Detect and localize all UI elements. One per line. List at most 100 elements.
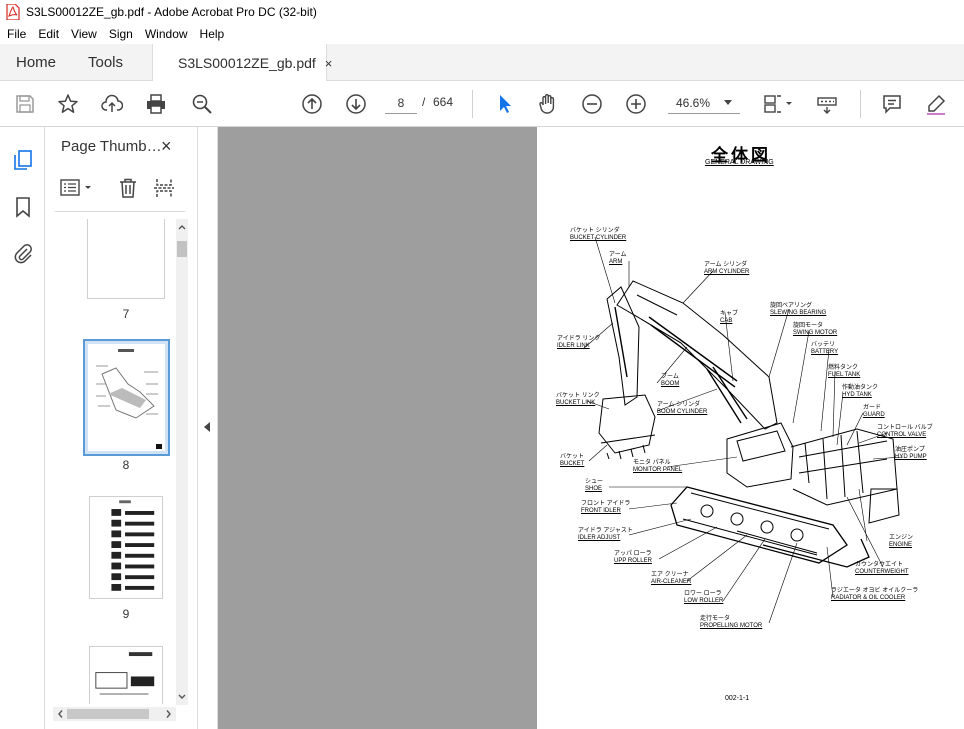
callout-air-cleaner: エア クリーナ AIR-CLEANER — [651, 572, 692, 585]
thumbnail-scrollbar-horizontal[interactable] — [53, 707, 176, 721]
menu-window[interactable]: Window — [138, 27, 193, 41]
scroll-down-icon[interactable] — [176, 691, 188, 703]
callout-counterweight: カウンタウエイト COUNTERWEIGHT — [855, 562, 909, 575]
title-bar: S3LS00012ZE_gb.pdf - Adobe Acrobat Pro D… — [0, 0, 964, 24]
scroll-thumb[interactable] — [67, 709, 149, 719]
panel-toolbar — [59, 175, 185, 201]
tab-document-label: S3LS00012ZE_gb.pdf — [178, 55, 316, 71]
comment-icon[interactable] — [879, 91, 905, 117]
thumbnail-page-8[interactable] — [83, 339, 170, 456]
panel-divider — [55, 211, 185, 212]
thumbnail-options-icon[interactable] — [59, 175, 95, 201]
tab-bar: Home Tools S3LS00012ZE_gb.pdf × — [0, 44, 964, 82]
thumbnail-preview-table — [111, 500, 155, 591]
thumbnail-page-9[interactable] — [89, 496, 163, 599]
navigation-rail — [0, 127, 45, 729]
close-icon[interactable]: × — [161, 136, 172, 157]
pdf-app-icon — [6, 4, 20, 20]
thumbnail-label: 7 — [122, 307, 130, 321]
callout-idler-link: アイドラ リンク IDLER LINK — [557, 336, 601, 349]
callout-arm-cylinder: アーム シリンダ ARM CYLINDER — [704, 262, 750, 275]
thumbnail-preview-drawing — [88, 344, 165, 451]
chevron-down-icon — [724, 100, 732, 105]
callout-swing-motor: 旋回モータ SWING MOTOR — [793, 323, 838, 336]
callout-low-roller: ロワー ローラ LOW ROLLER — [684, 591, 724, 604]
zoom-level-value: 46.6% — [676, 95, 711, 110]
save-icon[interactable] — [12, 91, 38, 117]
menu-help[interactable]: Help — [193, 27, 230, 41]
callout-hyd-pump: 油圧ポンプ HYD PUMP — [895, 447, 927, 460]
callout-upp-roller: アッパ ローラ UPP ROLLER — [614, 551, 652, 564]
document-viewer[interactable]: 全体図 GENERAL DRAWING バケット シリンダ BUCKET CYL… — [218, 127, 964, 729]
paperclip-icon[interactable] — [10, 240, 36, 266]
page-thumbnails-panel: Page Thumb… × 7 8 9 — [45, 127, 198, 729]
scroll-left-icon[interactable] — [54, 707, 66, 721]
page-display-icon[interactable] — [759, 91, 795, 117]
star-icon[interactable] — [55, 91, 81, 117]
thumbnail-preview-cover — [95, 652, 155, 695]
bookmark-icon[interactable] — [10, 194, 36, 220]
thumbnail-page-7[interactable] — [87, 219, 165, 299]
callout-propelling-motor: 走行モータ PROPELLING MOTOR — [700, 616, 763, 629]
page-footer-number: 002-1-1 — [725, 695, 750, 702]
keyboard-tool-icon[interactable] — [814, 91, 840, 117]
callout-control-valve: コントロール バルブ CONTROL VALVE — [877, 425, 933, 438]
callout-guard: ガード GUARD — [863, 405, 885, 418]
zoom-level-select[interactable]: 46.6% — [668, 92, 740, 114]
callout-shoe: シュー SHOE — [585, 479, 604, 492]
previous-page-icon[interactable] — [299, 91, 325, 117]
page-thumbnails-icon[interactable] — [10, 147, 36, 173]
callout-front-idler: フロント アイドラ FRONT IDLER — [581, 501, 631, 514]
next-page-icon[interactable] — [343, 91, 369, 117]
callout-boom-cylinder: アーム シリンダ BOOM CYLINDER — [657, 402, 708, 415]
callout-engine: エンジン ENGINE — [889, 535, 914, 548]
page-total: 664 — [433, 95, 454, 109]
cloud-upload-icon[interactable] — [99, 91, 125, 117]
menu-sign[interactable]: Sign — [102, 27, 138, 41]
tab-close-icon[interactable]: × — [325, 56, 333, 71]
menu-edit[interactable]: Edit — [31, 27, 64, 41]
hand-tool-icon[interactable] — [535, 91, 561, 117]
callout-hyd-tank: 作動油タンク HYD TANK — [842, 385, 879, 398]
callout-idler-adjust: アイドラ アジャスト IDLER ADJUST — [578, 528, 633, 541]
callout-arm: アーム ARM — [609, 252, 627, 265]
page-separator: / — [422, 95, 426, 109]
thumbnail-scrollbar-vertical[interactable] — [176, 219, 188, 705]
tab-tools[interactable]: Tools — [88, 44, 123, 81]
callout-monitor-panel: モニタ パネル MONITOR PANEL — [633, 460, 683, 473]
menu-file[interactable]: File — [0, 27, 31, 41]
pdf-page: 全体図 GENERAL DRAWING バケット シリンダ BUCKET CYL… — [537, 127, 964, 729]
thumbnail-label: 8 — [122, 458, 130, 472]
menu-view[interactable]: View — [64, 27, 102, 41]
callout-bucket: バケット BUCKET — [560, 454, 585, 467]
scroll-right-icon[interactable] — [163, 707, 175, 721]
callout-cab: キャブ CAB — [720, 311, 739, 324]
print-icon[interactable] — [143, 91, 169, 117]
collapse-left-icon — [204, 422, 210, 432]
select-cursor-icon[interactable] — [491, 91, 517, 117]
thumbnail-page-10[interactable] — [89, 646, 163, 704]
panel-collapse-handle[interactable] — [198, 127, 218, 729]
callout-bucket-cylinder: バケット シリンダ BUCKET CYLINDER — [570, 228, 627, 241]
panel-title: Page Thumb… — [61, 138, 162, 155]
toolbar-divider — [472, 90, 473, 118]
callout-radiator-oil-cooler: ラジエータ オヨビ オイルクーラ RADIATOR & OIL COOLER — [831, 588, 919, 601]
highlight-pen-icon[interactable] — [923, 91, 949, 117]
scroll-up-icon[interactable] — [176, 221, 188, 233]
acrobat-window: S3LS00012ZE_gb.pdf - Adobe Acrobat Pro D… — [0, 0, 964, 729]
zoom-out-icon[interactable] — [579, 91, 605, 117]
page-extract-icon[interactable] — [153, 177, 175, 199]
zoom-in-icon[interactable] — [623, 91, 649, 117]
toolbar-divider — [860, 90, 861, 118]
scroll-thumb[interactable] — [177, 241, 187, 257]
callout-bucket-link: バケット リンク BUCKET LINK — [556, 393, 600, 406]
tab-document[interactable]: S3LS00012ZE_gb.pdf × — [152, 44, 332, 82]
tab-home[interactable]: Home — [16, 44, 56, 81]
page-number-input[interactable]: 8 — [385, 92, 417, 114]
window-title: S3LS00012ZE_gb.pdf - Adobe Acrobat Pro D… — [26, 5, 317, 19]
callout-slewing-bearing: 旋回ベアリング SLEWING BEARING — [770, 303, 827, 316]
delete-page-icon[interactable] — [117, 177, 139, 199]
zoom-search-icon[interactable] — [189, 91, 215, 117]
callout-battery: バッテリ BATTERY — [811, 342, 839, 355]
thumbnail-label: 9 — [122, 607, 130, 621]
